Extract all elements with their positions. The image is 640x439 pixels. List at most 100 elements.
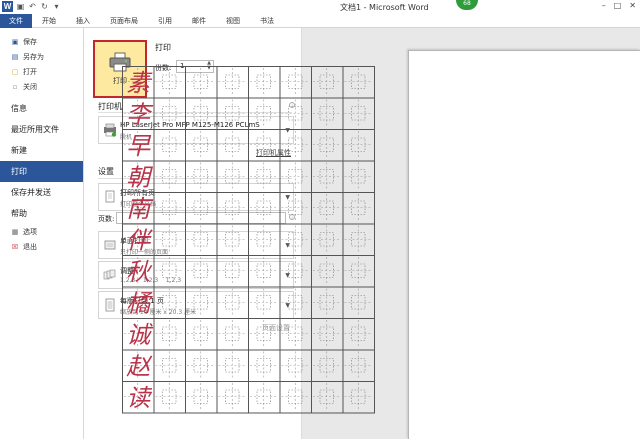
grid-cell bbox=[342, 381, 375, 414]
sidebar-item-label: 打开 bbox=[23, 67, 37, 76]
sidebar-item-new[interactable]: 新建 bbox=[0, 140, 83, 161]
grid-cell bbox=[216, 286, 249, 319]
save-icon[interactable]: ▣ bbox=[16, 2, 25, 11]
notification-badge: 68 bbox=[456, 0, 478, 10]
grid-cell bbox=[311, 129, 344, 162]
quick-access-toolbar: W ▣ ↶ ↻ ▾ bbox=[2, 1, 61, 12]
grid-cell bbox=[185, 223, 218, 256]
grid-cell bbox=[311, 223, 344, 256]
grid-cell bbox=[279, 160, 312, 193]
calligraphy-char: 李 bbox=[126, 100, 154, 128]
sidebar-item-info[interactable]: 信息 bbox=[0, 98, 83, 119]
grid-cell bbox=[185, 129, 218, 162]
word-logo-icon: W bbox=[2, 1, 13, 12]
sidebar-item-save-send[interactable]: 保存并发送 bbox=[0, 182, 83, 203]
grid-cell bbox=[216, 97, 249, 130]
grid-cell bbox=[342, 97, 375, 130]
grid-cell bbox=[185, 97, 218, 130]
grid-cell bbox=[342, 223, 375, 256]
grid-cell bbox=[279, 381, 312, 414]
grid-cell bbox=[279, 97, 312, 130]
tab-insert[interactable]: 插入 bbox=[66, 14, 100, 28]
grid-cell bbox=[216, 255, 249, 288]
calligraphy-char: 南 bbox=[126, 195, 154, 223]
sidebar-item-print[interactable]: 打印 bbox=[0, 161, 83, 182]
tab-references[interactable]: 引用 bbox=[148, 14, 182, 28]
grid-cell bbox=[216, 66, 249, 99]
grid-cell bbox=[153, 381, 186, 414]
tab-mailings[interactable]: 邮件 bbox=[182, 14, 216, 28]
grid-cell bbox=[311, 66, 344, 99]
grid-cell bbox=[216, 223, 249, 256]
calligraphy-char: 诚 bbox=[126, 321, 154, 349]
calligraphy-char: 素 bbox=[126, 69, 153, 97]
settings-section-title: 设置 bbox=[98, 167, 114, 176]
grid-cell bbox=[185, 192, 218, 225]
grid-cell bbox=[216, 160, 249, 193]
sidebar-item-exit[interactable]: ☒ 退出 bbox=[0, 239, 83, 254]
sidebar-item-open[interactable]: ▢ 打开 bbox=[0, 64, 83, 79]
print-heading: 打印 bbox=[155, 43, 171, 52]
undo-icon[interactable]: ↶ bbox=[28, 2, 37, 11]
grid-cell bbox=[185, 286, 218, 319]
sidebar-item-label: 关闭 bbox=[23, 82, 37, 91]
window-title: 文档1 - Microsoft Word bbox=[340, 3, 429, 12]
grid-cell bbox=[248, 97, 281, 130]
tab-page-layout[interactable]: 页面布局 bbox=[100, 14, 148, 28]
customize-qat-icon[interactable]: ▾ bbox=[52, 2, 61, 11]
grid-cell bbox=[311, 381, 344, 414]
sidebar-item-label: 选项 bbox=[23, 227, 37, 236]
sidebar-item-save[interactable]: ▣ 保存 bbox=[0, 34, 83, 49]
grid-cell bbox=[279, 349, 312, 382]
grid-cell bbox=[342, 286, 375, 319]
grid-cell bbox=[153, 97, 186, 130]
options-icon: ▦ bbox=[11, 227, 19, 236]
tab-view[interactable]: 视图 bbox=[216, 14, 250, 28]
grid-cell bbox=[279, 66, 312, 99]
tab-calligraphy[interactable]: 书法 bbox=[250, 14, 284, 28]
grid-cell bbox=[185, 381, 218, 414]
sidebar-item-close[interactable]: ▫ 关闭 bbox=[0, 79, 83, 94]
sidebar-item-options[interactable]: ▦ 选项 bbox=[0, 224, 83, 239]
document-pages-icon bbox=[105, 190, 115, 203]
close-doc-icon: ▫ bbox=[12, 82, 18, 91]
tab-file[interactable]: 文件 bbox=[0, 14, 32, 28]
grid-cell bbox=[216, 129, 249, 162]
grid-cell bbox=[216, 318, 249, 351]
sidebar-item-label: 退出 bbox=[23, 242, 37, 251]
backstage-sidebar: ▣ 保存 ▤ 另存为 ▢ 打开 ▫ 关闭 信息 最近所用文件 新建 打印 保存并… bbox=[0, 28, 84, 439]
grid-cell bbox=[185, 349, 218, 382]
grid-cell bbox=[153, 318, 186, 351]
grid-cell bbox=[153, 66, 186, 99]
grid-cell bbox=[216, 192, 249, 225]
grid-cell bbox=[153, 255, 186, 288]
calligraphy-char: 秋 bbox=[126, 258, 153, 286]
open-folder-icon: ▢ bbox=[11, 67, 19, 76]
collate-icon bbox=[103, 269, 116, 280]
redo-icon[interactable]: ↻ bbox=[40, 2, 49, 11]
grid-cell bbox=[248, 255, 281, 288]
sidebar-item-help[interactable]: 帮助 bbox=[0, 203, 83, 224]
sidebar-item-save-as[interactable]: ▤ 另存为 bbox=[0, 49, 83, 64]
grid-cell bbox=[216, 349, 249, 382]
maximize-icon[interactable]: □ bbox=[614, 1, 622, 10]
grid-cell bbox=[153, 349, 186, 382]
grid-cell bbox=[248, 381, 281, 414]
grid-cell bbox=[185, 255, 218, 288]
sidebar-item-recent[interactable]: 最近所用文件 bbox=[0, 119, 83, 140]
calligraphy-char: 读 bbox=[126, 384, 152, 412]
grid-cell bbox=[248, 66, 281, 99]
grid-cell bbox=[248, 160, 281, 193]
grid-cell bbox=[279, 255, 312, 288]
calligraphy-char: 伴 bbox=[126, 226, 153, 254]
close-window-icon[interactable]: ✕ bbox=[629, 1, 636, 10]
one-sided-icon bbox=[104, 240, 116, 250]
grid-cell bbox=[248, 318, 281, 351]
tab-home[interactable]: 开始 bbox=[32, 14, 66, 28]
pages-label: 页数: bbox=[98, 215, 115, 223]
grid-cell bbox=[216, 381, 249, 414]
minimize-icon[interactable]: – bbox=[602, 1, 606, 10]
save-icon: ▣ bbox=[11, 37, 19, 46]
window-controls: – □ ✕ bbox=[602, 1, 636, 10]
grid-cell bbox=[279, 192, 312, 225]
